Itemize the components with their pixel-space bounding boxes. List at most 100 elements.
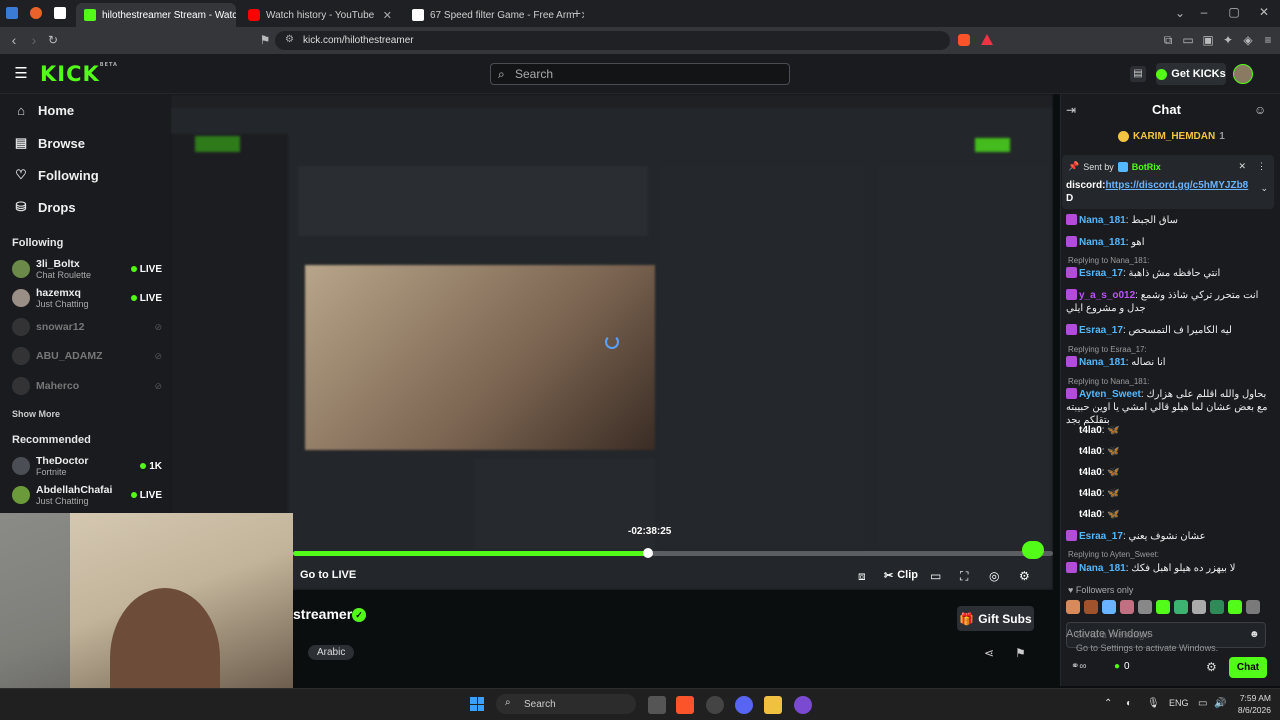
emote-icon[interactable] [1066,600,1080,614]
emote-picker-icon[interactable]: ☻ [1249,629,1260,640]
minimize-icon[interactable]: – [1196,5,1212,19]
nav-following[interactable]: ♡ Following [14,167,98,183]
tab-search-icon[interactable]: ⌄ [1172,6,1188,20]
report-icon[interactable]: ⚑ [1015,646,1026,660]
site-info-icon[interactable]: ⚙ [285,34,294,45]
chat-username[interactable]: y_a_s_o012 [1079,290,1135,301]
new-tab-icon[interactable]: + [569,6,585,20]
close-window-icon[interactable]: ✕ [1256,5,1272,19]
kick-logo[interactable]: KICKBETA [40,62,118,86]
back-icon[interactable]: ‹ [6,33,22,47]
brave-taskbar-icon[interactable] [676,696,694,714]
file-explorer-icon[interactable] [764,696,782,714]
tab-game[interactable]: 67 Speed filter Game - Free Arm ✕ [404,3,584,27]
seek-handle[interactable] [643,548,653,558]
nav-browse[interactable]: ▤ Browse [14,135,85,151]
get-kicks-button[interactable]: Get KICKs [1156,63,1226,85]
pinned-link[interactable]: https://discord.gg/c5hMYJZb8 [1105,180,1248,191]
app-taskbar-icon[interactable] [706,696,724,714]
following-channel[interactable]: Maherco ⊘ [12,373,162,399]
chat-username[interactable]: Nana_181 [1079,237,1126,248]
chat-username[interactable]: Nana_181 [1079,215,1126,226]
nav-home[interactable]: ⌂ Home [14,103,74,118]
reload-icon[interactable]: ↻ [45,33,61,47]
tray-overflow-icon[interactable]: ⌃ [1104,698,1112,709]
volume-icon[interactable]: 🔊 [1214,698,1226,709]
quality-icon[interactable]: ◎ [989,569,999,583]
sidebar-icon[interactable]: ▭ [1180,33,1196,47]
go-to-live-button[interactable]: Go to LIVE [300,569,356,581]
following-channel[interactable]: ABU_ADAMZ ⊘ [12,343,162,369]
top-gifter[interactable]: KARIM_HEMDAN 1 [1118,131,1225,142]
search-input[interactable]: ⌕ Search [490,63,790,85]
chat-username[interactable]: Ayten_Sweet [1079,389,1141,400]
chat-users-icon[interactable]: ☺ [1254,103,1266,117]
display-icon[interactable]: ▭ [1198,698,1207,709]
chat-username[interactable]: t4la0 [1079,488,1102,499]
streamer-name[interactable]: streamer [293,606,352,622]
emote-icon[interactable] [1174,600,1188,614]
language-indicator[interactable]: ENG [1169,698,1189,708]
settings-gear-icon[interactable]: ⚙ [1019,569,1030,583]
more-options-icon[interactable]: ⋮ [1257,161,1266,172]
nav-drops[interactable]: ⛁ Drops [14,199,76,215]
emote-icon[interactable] [1084,600,1098,614]
tab-kick[interactable]: hilothestreamer Stream - Watch ✕ [76,3,236,27]
chat-username[interactable]: t4la0 [1079,446,1102,457]
emote-icon[interactable] [1138,600,1152,614]
task-view-icon[interactable] [648,696,666,714]
unpin-icon[interactable]: ✕ [1238,161,1246,172]
send-chat-button[interactable]: Chat [1229,657,1267,678]
app-icon[interactable] [30,7,42,19]
fullscreen-icon[interactable]: ⛶ [960,569,968,584]
language-tag[interactable]: Arabic [308,645,355,660]
chat-username[interactable]: Nana_181 [1079,357,1126,368]
network-tray-icon[interactable]: ◐ [1126,698,1132,709]
maximize-icon[interactable]: ▢ [1226,5,1242,19]
bookmark-icon[interactable]: ⚑ [257,33,273,47]
ai-icon[interactable]: ✦ [1220,33,1236,47]
emote-icon[interactable] [1120,600,1134,614]
chat-username[interactable]: t4la0 [1079,509,1102,520]
wallet-icon[interactable]: ▣ [1200,33,1216,47]
emote-icon[interactable] [1192,600,1206,614]
chat-username[interactable]: t4la0 [1079,425,1102,436]
chat-username[interactable]: t4la0 [1079,467,1102,478]
menu-icon[interactable]: ≡ [1260,33,1276,47]
app-taskbar-icon[interactable] [794,696,812,714]
emote-icon[interactable] [1228,600,1242,614]
emote-icon[interactable] [1156,600,1170,614]
emote-icon[interactable] [1210,600,1224,614]
brave-rewards-icon[interactable] [981,34,993,45]
taskbar-search[interactable]: ⌕ Search [496,694,636,714]
clips-icon[interactable]: ▤ [1130,66,1146,82]
link-icon[interactable]: ⚭∞ [1071,661,1087,672]
following-channel[interactable]: 3li_Boltx Chat Roulette LIVE [12,256,162,282]
chat-username[interactable]: Esraa_17 [1079,325,1123,336]
windows-start-icon[interactable] [470,697,484,711]
forward-icon[interactable]: › [26,33,42,47]
brave-shield-icon[interactable] [958,34,970,46]
url-field[interactable]: ⚙ kick.com/hilothestreamer [275,31,950,50]
discord-taskbar-icon[interactable] [735,696,753,714]
clip-button[interactable]: ✂ Clip [884,569,918,582]
following-channel[interactable]: hazemxq Just Chatting LIVE [12,285,162,311]
user-avatar[interactable] [1233,64,1253,84]
app-icon[interactable] [54,7,66,19]
chat-settings-icon[interactable]: ⚙ [1206,660,1217,674]
gift-subs-button[interactable]: 🎁 Gift Subs [957,606,1034,631]
following-channel[interactable]: snowar12 ⊘ [12,314,162,340]
recommended-channel[interactable]: TheDoctor Fortnite 1K [12,453,162,479]
expand-icon[interactable]: ⌄ [1260,183,1268,194]
share-icon[interactable]: ⋖ [984,646,994,660]
extensions-icon[interactable]: ⧉ [1160,33,1176,47]
chat-username[interactable]: Esraa_17 [1079,531,1123,542]
show-more-button[interactable]: Show More [12,409,60,419]
vpn-icon[interactable]: ◈ [1240,33,1256,47]
chat-username[interactable]: Esraa_17 [1079,268,1123,279]
hamburger-menu-icon[interactable]: ☰ [13,66,29,81]
miniplayer-icon[interactable]: ▭ [930,569,941,583]
taskbar-clock[interactable]: 7:59 AM 8/6/2026 [1237,692,1271,716]
close-icon[interactable]: ✕ [383,9,392,22]
emote-icon[interactable] [1102,600,1116,614]
